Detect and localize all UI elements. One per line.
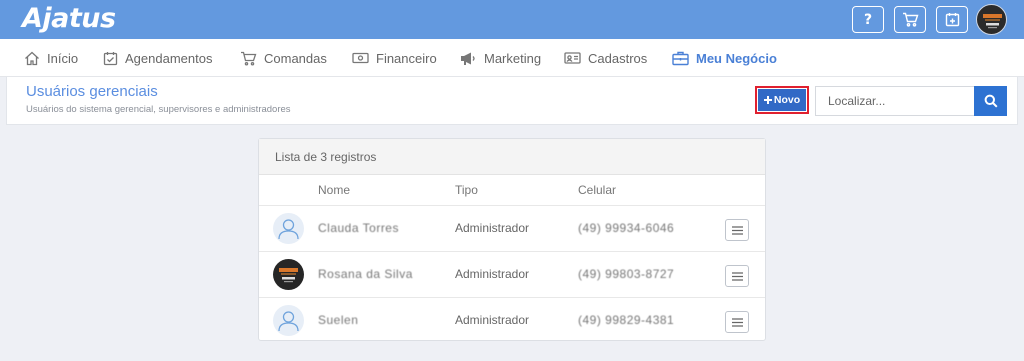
calendar-button[interactable] bbox=[936, 6, 968, 33]
home-icon bbox=[25, 51, 39, 65]
nav-item-financeiro[interactable]: Financeiro bbox=[352, 39, 437, 77]
help-icon: ? bbox=[863, 11, 873, 28]
column-header-phone: Celular bbox=[578, 183, 617, 197]
nav-item-inicio[interactable]: Início bbox=[24, 39, 78, 77]
top-bar: Ajatus ? bbox=[0, 0, 1024, 39]
nav-item-label: Financeiro bbox=[376, 50, 437, 66]
user-name: Suelen bbox=[318, 313, 359, 327]
search-icon bbox=[984, 94, 998, 108]
user-phone: (49) 99803-8727 bbox=[578, 267, 675, 281]
new-button-label: Novo bbox=[773, 94, 801, 106]
avatar bbox=[273, 305, 304, 336]
nav-item-label: Meu Negócio bbox=[696, 50, 777, 66]
nav-item-comandas[interactable]: Comandas bbox=[240, 39, 327, 77]
menu-icon bbox=[731, 225, 743, 235]
id-card-icon bbox=[564, 52, 581, 64]
user-type: Administrador bbox=[455, 313, 530, 327]
menu-icon bbox=[731, 271, 743, 281]
main-nav: Início Agendamentos Comandas Financeiro … bbox=[0, 39, 1024, 77]
new-button-highlight: Novo bbox=[755, 86, 809, 114]
nav-item-label: Comandas bbox=[264, 50, 327, 66]
app-logo[interactable]: Ajatus bbox=[22, 3, 116, 34]
table-row[interactable]: Clauda Torres Administrador (49) 99934-6… bbox=[259, 205, 765, 251]
nav-item-label: Marketing bbox=[484, 50, 542, 66]
megaphone-icon bbox=[461, 52, 475, 65]
user-icon bbox=[278, 311, 299, 332]
page-title: Usuários gerenciais bbox=[26, 83, 158, 100]
avatar bbox=[273, 213, 304, 244]
user-name: Clauda Torres bbox=[318, 221, 399, 235]
nav-item-cadastros[interactable]: Cadastros bbox=[564, 39, 647, 77]
nav-item-meu-negocio[interactable]: Meu Negócio bbox=[672, 39, 777, 77]
row-menu-button[interactable] bbox=[725, 311, 749, 333]
calendar-icon bbox=[945, 13, 959, 27]
search-button[interactable] bbox=[974, 86, 1007, 116]
user-type: Administrador bbox=[455, 267, 530, 281]
column-header-type: Tipo bbox=[455, 183, 478, 197]
help-button[interactable]: ? bbox=[852, 6, 884, 33]
row-menu-button[interactable] bbox=[725, 219, 749, 241]
nav-item-agendamentos[interactable]: Agendamentos bbox=[103, 39, 212, 77]
nav-item-marketing[interactable]: Marketing bbox=[460, 39, 541, 77]
menu-icon bbox=[731, 317, 743, 327]
list-caption: Lista de 3 registros bbox=[259, 139, 765, 175]
table-row[interactable]: Suelen Administrador (49) 99829-4381 bbox=[259, 297, 765, 343]
plus-icon bbox=[763, 96, 772, 104]
money-icon bbox=[352, 52, 369, 64]
nav-item-label: Início bbox=[47, 50, 79, 66]
search-input[interactable] bbox=[815, 86, 975, 116]
table-row[interactable]: Rosana da Silva Administrador (49) 99803… bbox=[259, 251, 765, 297]
user-avatar[interactable] bbox=[976, 4, 1007, 35]
cart-icon bbox=[902, 12, 918, 27]
row-menu-button[interactable] bbox=[725, 265, 749, 287]
brand-logo-icon bbox=[279, 268, 298, 283]
briefcase-icon bbox=[672, 51, 689, 65]
nav-item-label: Cadastros bbox=[588, 50, 648, 66]
user-type: Administrador bbox=[455, 221, 530, 235]
user-phone: (49) 99934-6046 bbox=[578, 221, 675, 235]
calendar-check-icon bbox=[103, 51, 118, 65]
avatar bbox=[273, 259, 304, 290]
users-list-card: Lista de 3 registros Nome Tipo Celular C… bbox=[258, 138, 766, 341]
nav-item-label: Agendamentos bbox=[125, 50, 213, 66]
cart-icon bbox=[241, 51, 257, 66]
brand-logo-icon bbox=[983, 14, 1002, 29]
page-subtitle: Usuários do sistema gerencial, superviso… bbox=[26, 104, 291, 115]
user-phone: (49) 99829-4381 bbox=[578, 313, 675, 327]
column-header-name: Nome bbox=[318, 183, 351, 197]
new-user-button[interactable]: Novo bbox=[758, 89, 806, 111]
user-name: Rosana da Silva bbox=[318, 267, 413, 281]
cart-button[interactable] bbox=[894, 6, 926, 33]
user-icon bbox=[278, 219, 299, 240]
